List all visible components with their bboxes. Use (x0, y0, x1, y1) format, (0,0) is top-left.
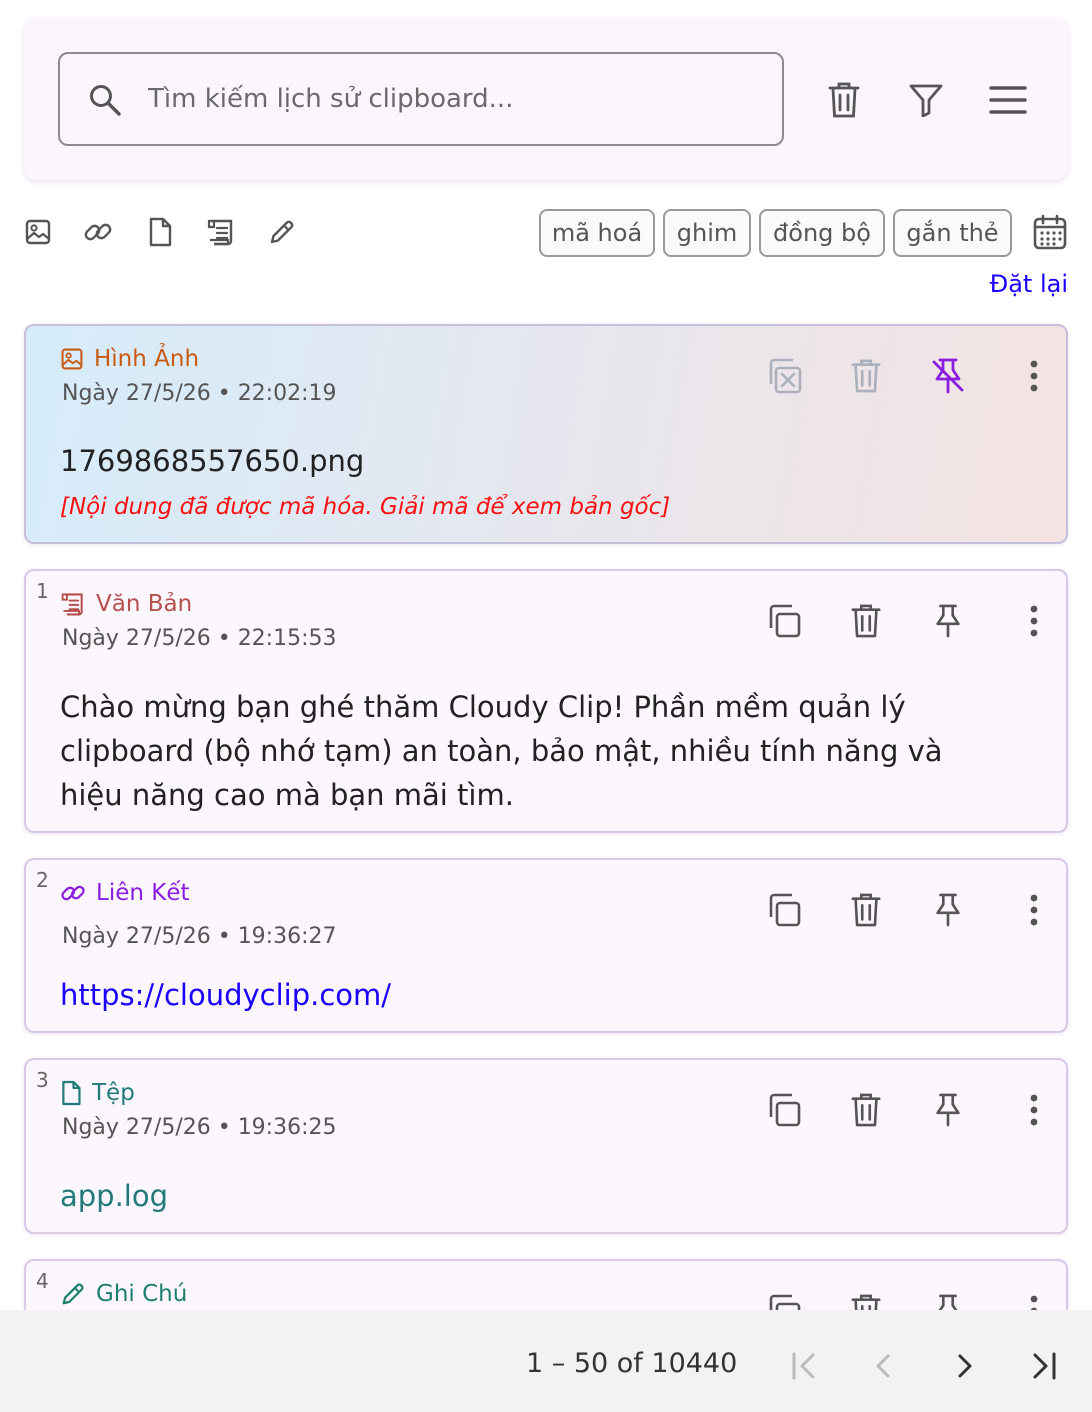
delete-icon[interactable] (844, 1088, 888, 1132)
more-options-icon[interactable] (1026, 354, 1042, 398)
link-filter-icon[interactable] (80, 214, 116, 250)
menu-icon[interactable] (988, 80, 1028, 120)
trash-icon[interactable] (824, 80, 864, 120)
clipboard-item[interactable]: Hình Ảnh Ngày 27/5/26 • 22:02:19 1769868… (24, 324, 1068, 544)
item-type-label: Văn Bản (96, 591, 193, 617)
item-type-label: Ghi Chú (96, 1281, 188, 1307)
next-page-icon[interactable] (942, 1344, 986, 1388)
link-icon (60, 880, 86, 906)
copy-icon[interactable] (762, 888, 806, 932)
encrypted-notice: [Nội dung đã được mã hóa. Giải mã để xem… (60, 494, 671, 520)
pin-icon[interactable] (926, 888, 970, 932)
note-filter-icon[interactable] (264, 214, 300, 250)
pin-icon[interactable] (926, 599, 970, 643)
more-options-icon[interactable] (1026, 1088, 1042, 1132)
item-type-label: Liên Kết (96, 880, 190, 906)
item-date: Ngày 27/5/26 • 22:02:19 (62, 381, 337, 406)
copy-icon[interactable] (762, 599, 806, 643)
item-index: 1 (36, 579, 49, 603)
item-link[interactable]: https://cloudyclip.com/ (60, 973, 1006, 1017)
search-input[interactable] (148, 74, 748, 124)
previous-page-icon[interactable] (862, 1344, 906, 1388)
chip-encrypted[interactable]: mã hoá (539, 209, 655, 257)
copy-disabled-icon[interactable] (762, 354, 806, 398)
note-icon (60, 1281, 86, 1307)
more-options-icon[interactable] (1026, 888, 1042, 932)
unpin-icon[interactable] (926, 354, 970, 398)
copy-icon[interactable] (762, 1088, 806, 1132)
item-index: 2 (36, 868, 49, 892)
item-content: Chào mừng bạn ghé thăm Cloudy Clip! Phần… (60, 690, 943, 812)
item-index: 4 (36, 1269, 49, 1293)
item-index: 3 (36, 1068, 49, 1092)
delete-icon[interactable] (844, 888, 888, 932)
text-filter-icon[interactable] (203, 214, 239, 250)
top-bar (24, 18, 1068, 180)
clipboard-item[interactable]: 1 Văn Bản Ngày 27/5/26 • 22:15:53 Chào m… (24, 569, 1068, 833)
text-icon (60, 591, 86, 617)
item-file[interactable]: app.log (60, 1174, 1006, 1218)
file-icon (60, 1080, 82, 1106)
search-box[interactable] (58, 52, 784, 146)
file-filter-icon[interactable] (142, 214, 178, 250)
last-page-icon[interactable] (1022, 1344, 1066, 1388)
clipboard-item[interactable]: 2 Liên Kết Ngày 27/5/26 • 19:36:27 https… (24, 858, 1068, 1033)
item-type-label: Hình Ảnh (94, 346, 200, 372)
filter-icon[interactable] (906, 80, 946, 120)
reset-link[interactable]: Đặt lại (990, 270, 1068, 298)
item-content: 1769868557650.png (60, 444, 365, 478)
item-date: Ngày 27/5/26 • 19:36:27 (62, 924, 337, 949)
calendar-icon[interactable] (1030, 212, 1070, 252)
chip-synced[interactable]: đồng bộ (759, 209, 885, 257)
image-filter-icon[interactable] (20, 214, 56, 250)
page-range: 1 – 50 of 10440 (526, 1348, 738, 1379)
search-icon (88, 83, 122, 117)
more-options-icon[interactable] (1026, 599, 1042, 643)
item-date: Ngày 27/5/26 • 22:15:53 (62, 626, 337, 651)
pagination-bar: 1 – 50 of 10440 (0, 1310, 1092, 1412)
clipboard-item[interactable]: 3 Tệp Ngày 27/5/26 • 19:36:25 app.log (24, 1058, 1068, 1234)
first-page-icon[interactable] (782, 1344, 826, 1388)
chip-tagged[interactable]: gắn thẻ (893, 209, 1012, 257)
delete-icon[interactable] (844, 599, 888, 643)
item-type-label: Tệp (92, 1080, 135, 1106)
item-date: Ngày 27/5/26 • 19:36:25 (62, 1115, 337, 1140)
chip-pinned[interactable]: ghim (663, 209, 751, 257)
delete-disabled-icon[interactable] (844, 354, 888, 398)
image-icon (60, 347, 84, 371)
pin-icon[interactable] (926, 1088, 970, 1132)
